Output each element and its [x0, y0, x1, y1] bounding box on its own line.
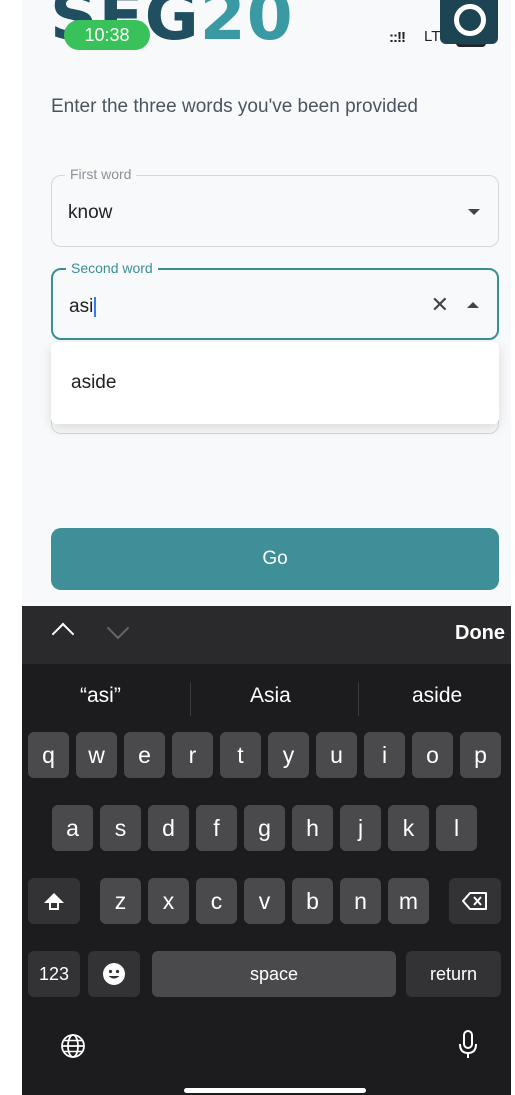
- return-key[interactable]: return: [406, 951, 501, 997]
- delete-key[interactable]: [449, 878, 501, 924]
- status-time: 10:38: [64, 20, 150, 50]
- key-v[interactable]: v: [244, 878, 285, 924]
- suggestion-asia[interactable]: Asia: [250, 684, 291, 708]
- second-word-value[interactable]: asi: [69, 296, 97, 318]
- key-h[interactable]: h: [292, 805, 333, 851]
- key-q[interactable]: q: [28, 732, 69, 778]
- done-button[interactable]: Done: [455, 622, 505, 645]
- key-b[interactable]: b: [292, 878, 333, 924]
- key-i[interactable]: i: [364, 732, 405, 778]
- dropdown-arrow-icon[interactable]: [468, 209, 480, 215]
- key-z[interactable]: z: [100, 878, 141, 924]
- key-w[interactable]: w: [76, 732, 117, 778]
- key-d[interactable]: d: [148, 805, 189, 851]
- second-word-field[interactable]: Second word asi ✕: [51, 260, 499, 340]
- instruction-text: Enter the three words you've been provid…: [51, 96, 418, 117]
- key-x[interactable]: x: [148, 878, 189, 924]
- first-word-value: know: [68, 202, 113, 223]
- home-indicator: [184, 1088, 366, 1093]
- key-y[interactable]: y: [268, 732, 309, 778]
- next-field-icon[interactable]: [106, 616, 130, 640]
- emoji-key[interactable]: [88, 951, 140, 997]
- globe-icon[interactable]: [60, 1033, 86, 1059]
- dropdown-option-aside[interactable]: aside: [71, 372, 116, 394]
- text-cursor: [94, 296, 97, 317]
- autocomplete-dropdown: aside: [51, 342, 499, 424]
- backspace-icon: [462, 892, 487, 910]
- signal-icon: ::!!: [389, 29, 406, 46]
- numbers-key[interactable]: 123: [28, 951, 80, 997]
- key-c[interactable]: c: [196, 878, 237, 924]
- keyboard-accessory-bar: Done: [22, 606, 511, 664]
- emoji-icon: [103, 963, 125, 985]
- suggestion-divider: [190, 682, 191, 716]
- suggestion-divider: [358, 682, 359, 716]
- collapse-arrow-icon[interactable]: [467, 302, 479, 308]
- second-word-text: asi: [69, 296, 94, 317]
- keyboard: Done “asi” Asia aside q w e r t y u i o …: [22, 606, 511, 1095]
- logo-number: 20: [199, 0, 294, 55]
- ring-icon: [454, 4, 486, 36]
- key-e[interactable]: e: [124, 732, 165, 778]
- clear-icon[interactable]: ✕: [431, 292, 449, 318]
- key-o[interactable]: o: [412, 732, 453, 778]
- app-screen: SEG20 10:38 ::!! LTE Enter the three wor…: [22, 0, 511, 1095]
- suggestion-typed[interactable]: “asi”: [80, 684, 121, 708]
- suggestion-aside[interactable]: aside: [412, 684, 462, 708]
- key-g[interactable]: g: [244, 805, 285, 851]
- space-key[interactable]: space: [152, 951, 396, 997]
- key-p[interactable]: p: [460, 732, 501, 778]
- first-word-label: First word: [65, 166, 137, 182]
- key-r[interactable]: r: [172, 732, 213, 778]
- key-k[interactable]: k: [388, 805, 429, 851]
- key-n[interactable]: n: [340, 878, 381, 924]
- shift-icon: [44, 893, 64, 910]
- app-badge-icon[interactable]: [440, 0, 498, 44]
- key-u[interactable]: u: [316, 732, 357, 778]
- key-f[interactable]: f: [196, 805, 237, 851]
- first-word-field[interactable]: First word know: [51, 166, 499, 247]
- key-l[interactable]: l: [436, 805, 477, 851]
- key-j[interactable]: j: [340, 805, 381, 851]
- key-t[interactable]: t: [220, 732, 261, 778]
- go-button[interactable]: Go: [51, 528, 499, 590]
- microphone-icon[interactable]: [458, 1030, 478, 1060]
- key-m[interactable]: m: [388, 878, 429, 924]
- second-word-label: Second word: [66, 260, 158, 276]
- previous-field-icon[interactable]: [51, 622, 75, 646]
- shift-key[interactable]: [28, 878, 80, 924]
- key-a[interactable]: a: [52, 805, 93, 851]
- key-s[interactable]: s: [100, 805, 141, 851]
